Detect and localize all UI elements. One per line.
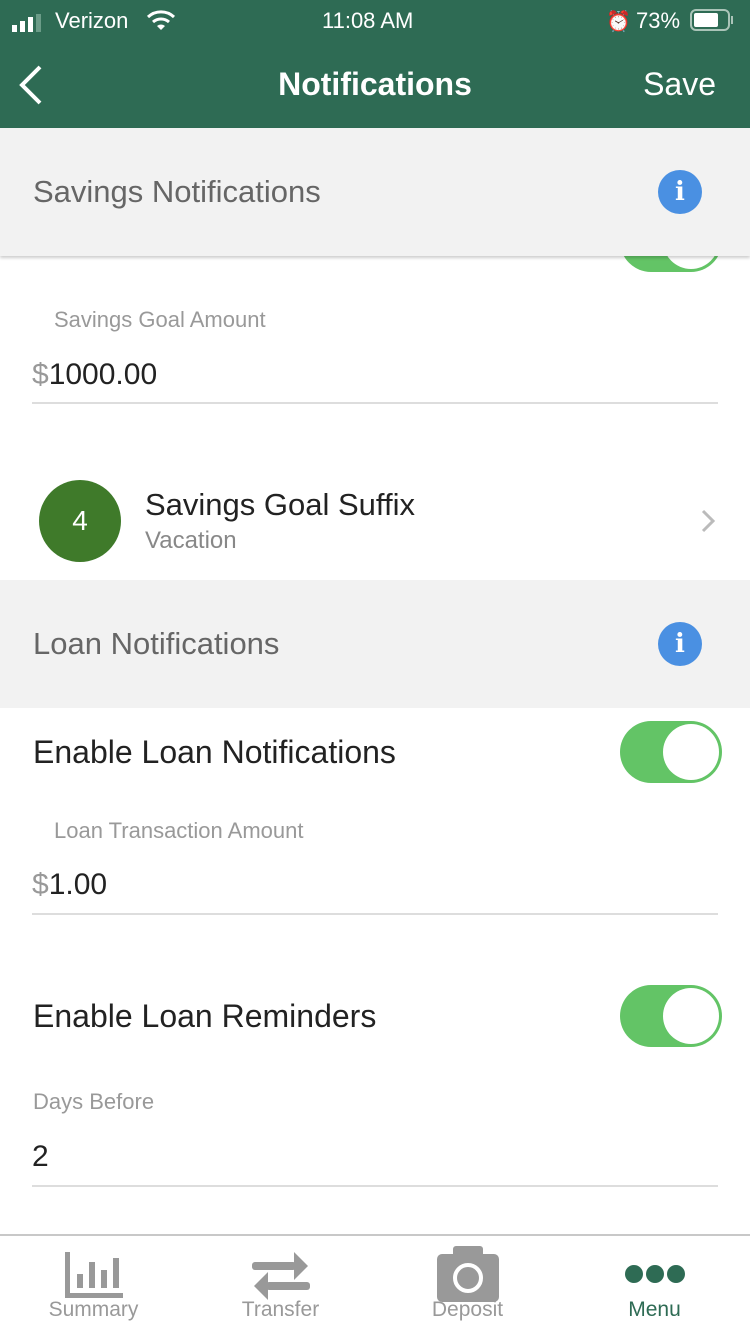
divider (32, 913, 718, 915)
divider (32, 1185, 718, 1187)
info-icon[interactable]: i (658, 170, 702, 214)
suffix-value: Vacation (145, 527, 237, 554)
suffix-badge: 4 (39, 480, 121, 562)
status-bar: Verizon 11:08 AM ⏰ 73% (0, 0, 750, 40)
tab-deposit[interactable]: Deposit (374, 1245, 561, 1321)
savings-goal-label: Savings Goal Amount (54, 307, 266, 332)
transfer-arrows-icon (251, 1252, 310, 1300)
currency-symbol: $ (32, 868, 49, 901)
signal-icon (12, 12, 48, 38)
days-before-label: Days Before (33, 1089, 155, 1114)
tab-transfer[interactable]: Transfer (187, 1245, 374, 1321)
battery-icon (690, 9, 734, 37)
save-button[interactable]: Save (643, 66, 716, 103)
savings-goal-suffix-row[interactable]: 4 Savings Goal Suffix Vacation (0, 460, 750, 580)
alarm-icon: ⏰ (606, 11, 631, 33)
section-title: Savings Notifications (33, 174, 321, 209)
wifi-icon (146, 9, 176, 37)
tab-summary[interactable]: Summary (0, 1245, 187, 1321)
loan-notifications-toggle[interactable] (620, 721, 722, 783)
tab-label: Menu (628, 1298, 681, 1321)
chevron-right-icon (700, 508, 716, 539)
tab-label: Deposit (431, 1298, 504, 1321)
section-title: Loan Notifications (33, 626, 280, 661)
currency-symbol: $ (32, 358, 49, 391)
more-dots-icon (624, 1265, 685, 1283)
nav-bar: Notifications Save (0, 40, 750, 128)
clock: 11:08 AM (322, 8, 414, 33)
suffix-title: Savings Goal Suffix (145, 487, 415, 522)
days-before-input[interactable]: 2 (32, 1140, 49, 1174)
loan-amount-label: Loan Transaction Amount (54, 818, 304, 843)
battery-percent: 73% (636, 8, 681, 33)
enable-loan-reminders-label: Enable Loan Reminders (33, 998, 377, 1034)
tab-menu[interactable]: Menu (561, 1245, 748, 1321)
savings-goal-value: 1000.00 (48, 358, 158, 391)
tab-label: Transfer (241, 1298, 320, 1321)
info-icon[interactable]: i (658, 622, 702, 666)
savings-section-header: Savings Notifications i (0, 128, 750, 256)
camera-icon (436, 1246, 499, 1302)
page-title: Notifications (278, 66, 472, 102)
divider (32, 402, 718, 404)
tab-label: Summary (48, 1298, 139, 1321)
savings-goal-input[interactable]: $1000.00 (32, 358, 157, 392)
enable-loan-notifications-label: Enable Loan Notifications (33, 734, 396, 770)
loan-section-header: Loan Notifications i (0, 580, 750, 708)
carrier: Verizon (55, 8, 129, 33)
loan-amount-value: 1.00 (48, 868, 108, 901)
loan-reminders-toggle[interactable] (620, 985, 722, 1047)
loan-amount-input[interactable]: $1.00 (32, 868, 107, 902)
chart-icon (64, 1252, 123, 1298)
